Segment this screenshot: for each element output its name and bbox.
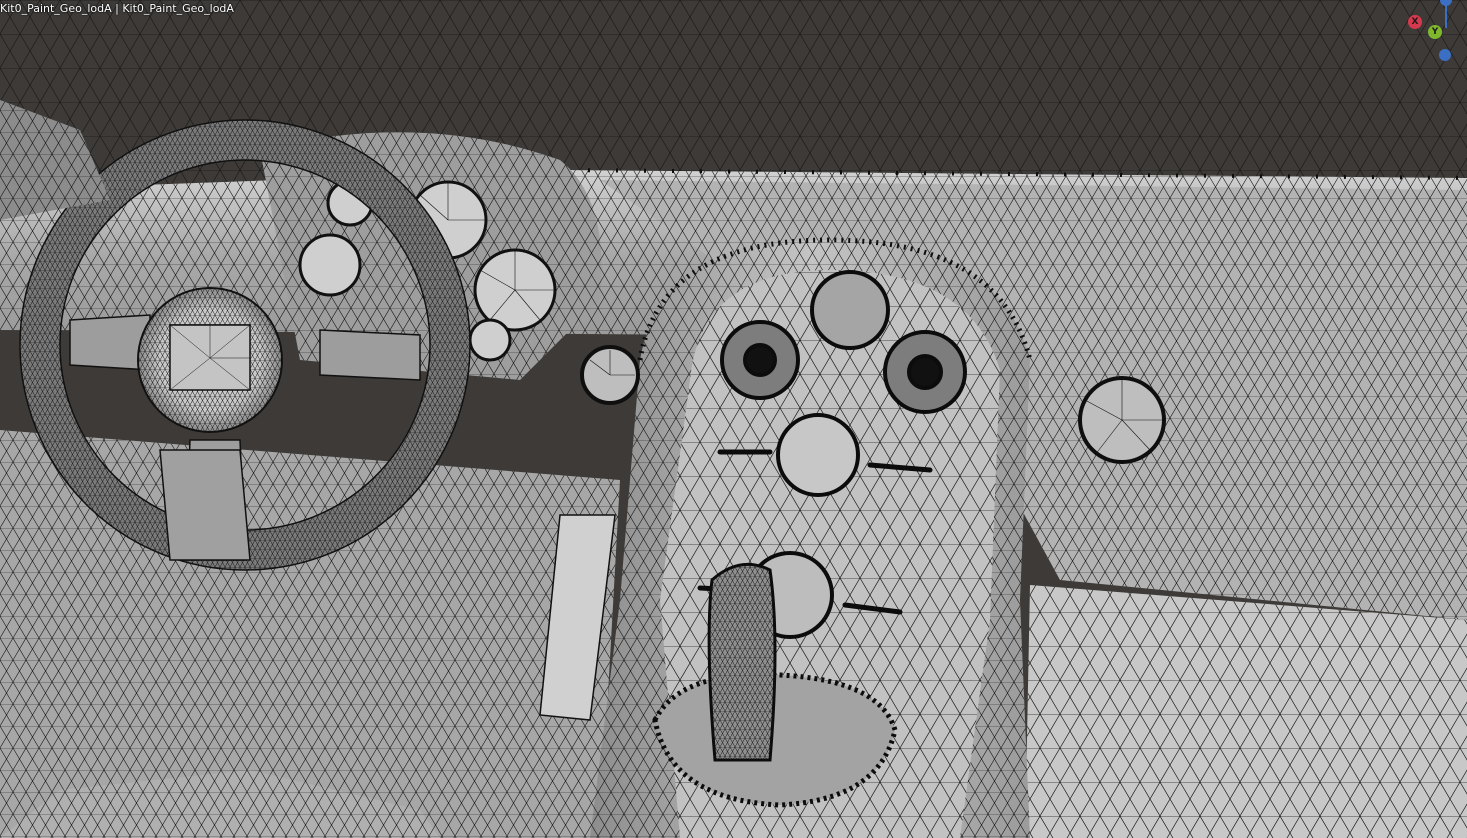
wireframe-mesh-scene[interactable] bbox=[0, 0, 1467, 838]
gauge-4 bbox=[298, 233, 362, 297]
gauge-5 bbox=[468, 318, 512, 362]
3d-viewport[interactable]: Kit0_Paint_Geo_lodA | Kit0_Paint_Geo_lod… bbox=[0, 0, 1467, 838]
gizmo-x-axis-ball[interactable]: X bbox=[1408, 15, 1422, 29]
gizmo-y-axis-ball[interactable]: Y bbox=[1428, 25, 1442, 39]
active-object-label: Kit0_Paint_Geo_lodA | Kit0_Paint_Geo_lod… bbox=[0, 2, 234, 15]
gizmo-negative-z-axis-ball[interactable] bbox=[1439, 49, 1451, 61]
roof-wire bbox=[0, 0, 1467, 200]
top-vent bbox=[810, 270, 890, 350]
steering-column bbox=[159, 449, 251, 561]
steering-spoke-right bbox=[319, 329, 421, 381]
center-dial bbox=[776, 413, 860, 497]
